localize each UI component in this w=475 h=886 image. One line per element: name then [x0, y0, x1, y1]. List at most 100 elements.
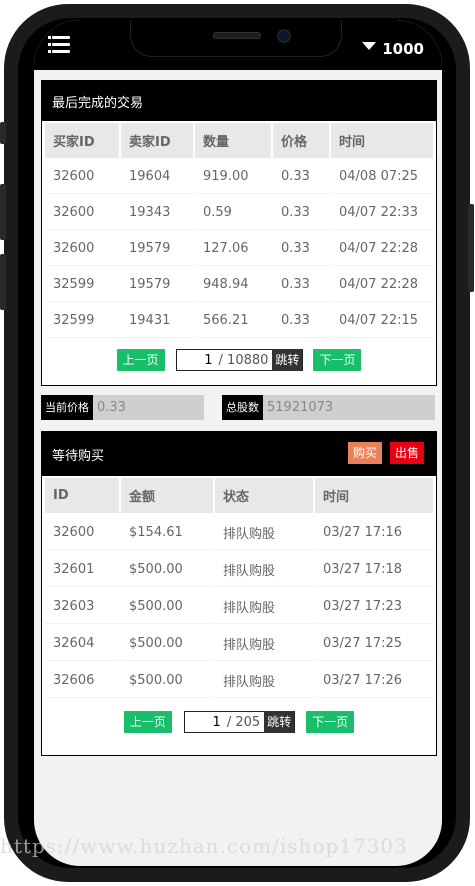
- quantity-cell: 919.00: [195, 160, 271, 194]
- pending-pagination: 上一页 1 / 205 跳转 下一页: [42, 711, 436, 733]
- price-cell: 0.33: [273, 196, 329, 230]
- status-cell: 排队购股: [215, 552, 313, 587]
- pending-orders-title: 等待购买: [52, 448, 105, 464]
- recent-trades-table: 买家ID 卖家ID 数量 价格 时间 32600 19604 919.00 0.…: [43, 121, 435, 340]
- column-header: 买家ID: [45, 123, 119, 158]
- current-price-stat: 当前价格 0.33: [41, 395, 204, 420]
- balance-value: 1000: [382, 40, 424, 58]
- table-row: 32603 $500.00 排队购股 03/27 17:23: [45, 589, 433, 624]
- total-shares-stat: 总股数 51921073: [222, 395, 435, 420]
- column-header: ID: [45, 478, 119, 513]
- order-id-cell: 32606: [45, 663, 119, 698]
- recent-trades-panel: 最后完成的交易 买家ID 卖家ID 数量 价格 时间 32600 19604 9…: [41, 80, 437, 386]
- column-header: 时间: [331, 123, 433, 158]
- dropdown-triangle-icon: [362, 42, 377, 50]
- top-bar: 1000: [34, 20, 442, 70]
- time-cell: 04/07 22:28: [331, 232, 433, 266]
- order-id-cell: 32600: [45, 515, 119, 550]
- price-cell: 0.33: [273, 268, 329, 302]
- price-cell: 0.33: [273, 232, 329, 266]
- buyer-id-cell: 32600: [45, 160, 119, 194]
- time-cell: 03/27 17:23: [315, 589, 433, 624]
- order-id-cell: 32604: [45, 626, 119, 661]
- trades-jump-button[interactable]: 跳转: [272, 349, 303, 371]
- pending-next-page-button[interactable]: 下一页: [306, 711, 355, 733]
- time-cell: 03/27 17:26: [315, 663, 433, 698]
- phone-side-button: [468, 204, 474, 292]
- seller-id-cell: 19343: [121, 196, 193, 230]
- time-cell: 04/07 22:33: [331, 196, 433, 230]
- column-header: 价格: [273, 123, 329, 158]
- pending-page-input-group: 1 / 205 跳转: [183, 711, 296, 733]
- hamburger-menu-icon[interactable]: [48, 36, 70, 54]
- buy-button[interactable]: 购买: [348, 442, 383, 464]
- seller-id-cell: 19431: [121, 304, 193, 338]
- trades-page-input-group: 1 / 10880 跳转: [175, 349, 304, 371]
- table-row: 32599 19579 948.94 0.33 04/07 22:28: [45, 268, 433, 302]
- amount-cell: $154.61: [121, 515, 213, 550]
- time-cell: 03/27 17:25: [315, 626, 433, 661]
- status-cell: 排队购股: [215, 589, 313, 624]
- status-cell: 排队购股: [215, 515, 313, 550]
- trades-pagination: 上一页 1 / 10880 跳转 下一页: [42, 349, 436, 371]
- table-row: 32601 $500.00 排队购股 03/27 17:18: [45, 552, 433, 587]
- pending-prev-page-button[interactable]: 上一页: [123, 711, 172, 733]
- amount-cell: $500.00: [121, 552, 213, 587]
- column-header: 时间: [315, 478, 433, 513]
- table-row: 32600 19579 127.06 0.33 04/07 22:28: [45, 232, 433, 266]
- time-cell: 03/27 17:18: [315, 552, 433, 587]
- quantity-cell: 566.21: [195, 304, 271, 338]
- pending-orders-header: 等待购买 购买 出售: [42, 432, 436, 476]
- time-cell: 04/07 22:28: [331, 268, 433, 302]
- recent-trades-header: 最后完成的交易: [42, 81, 436, 121]
- buyer-id-cell: 32599: [45, 268, 119, 302]
- time-cell: 04/07 22:15: [331, 304, 433, 338]
- pending-orders-table: ID 金额 状态 时间 32600 $154.61 排队购股 03/27 17:…: [43, 476, 435, 700]
- status-cell: 排队购股: [215, 626, 313, 661]
- current-price-label: 当前价格: [41, 395, 93, 420]
- column-header: 数量: [195, 123, 271, 158]
- column-header: 金额: [121, 478, 213, 513]
- total-shares-label: 总股数: [222, 395, 263, 420]
- phone-side-button: [0, 122, 6, 144]
- current-price-value: 0.33: [93, 395, 204, 420]
- time-cell: 03/27 17:16: [315, 515, 433, 550]
- order-id-cell: 32601: [45, 552, 119, 587]
- buyer-id-cell: 32600: [45, 232, 119, 266]
- price-cell: 0.33: [273, 304, 329, 338]
- watermark-text: https://www.huzhan.com/ishop17303: [0, 834, 408, 858]
- table-header-row: ID 金额 状态 时间: [45, 478, 433, 513]
- order-id-cell: 32603: [45, 589, 119, 624]
- balance-dropdown[interactable]: 1000: [362, 40, 424, 58]
- trades-next-page-button[interactable]: 下一页: [313, 349, 362, 371]
- table-row: 32600 19604 919.00 0.33 04/08 07:25: [45, 160, 433, 194]
- total-shares-value: 51921073: [263, 395, 435, 420]
- sell-button[interactable]: 出售: [390, 442, 425, 464]
- column-header: 状态: [215, 478, 313, 513]
- table-row: 32600 $154.61 排队购股 03/27 17:16: [45, 515, 433, 550]
- column-header: 卖家ID: [121, 123, 193, 158]
- screen-notch: [130, 20, 342, 57]
- front-camera: [277, 29, 291, 43]
- table-row: 32604 $500.00 排队购股 03/27 17:25: [45, 626, 433, 661]
- amount-cell: $500.00: [121, 663, 213, 698]
- status-cell: 排队购股: [215, 663, 313, 698]
- phone-side-button: [0, 254, 6, 310]
- quantity-cell: 948.94: [195, 268, 271, 302]
- recent-trades-title: 最后完成的交易: [52, 95, 144, 111]
- pending-jump-button[interactable]: 跳转: [264, 711, 295, 733]
- buyer-id-cell: 32599: [45, 304, 119, 338]
- trades-prev-page-button[interactable]: 上一页: [116, 349, 165, 371]
- quantity-cell: 0.59: [195, 196, 271, 230]
- pending-page-input[interactable]: 1: [185, 715, 227, 730]
- amount-cell: $500.00: [121, 626, 213, 661]
- trades-page-input[interactable]: 1: [177, 353, 219, 368]
- pending-orders-panel: 等待购买 购买 出售 ID 金额 状态 时间 32600 $154.61 排队购…: [41, 431, 437, 756]
- pending-page-total: / 205: [226, 714, 261, 730]
- speaker-grille: [213, 32, 261, 39]
- table-row: 32599 19431 566.21 0.33 04/07 22:15: [45, 304, 433, 338]
- phone-side-button: [0, 184, 6, 240]
- seller-id-cell: 19604: [121, 160, 193, 194]
- table-row: 32600 19343 0.59 0.33 04/07 22:33: [45, 196, 433, 230]
- amount-cell: $500.00: [121, 589, 213, 624]
